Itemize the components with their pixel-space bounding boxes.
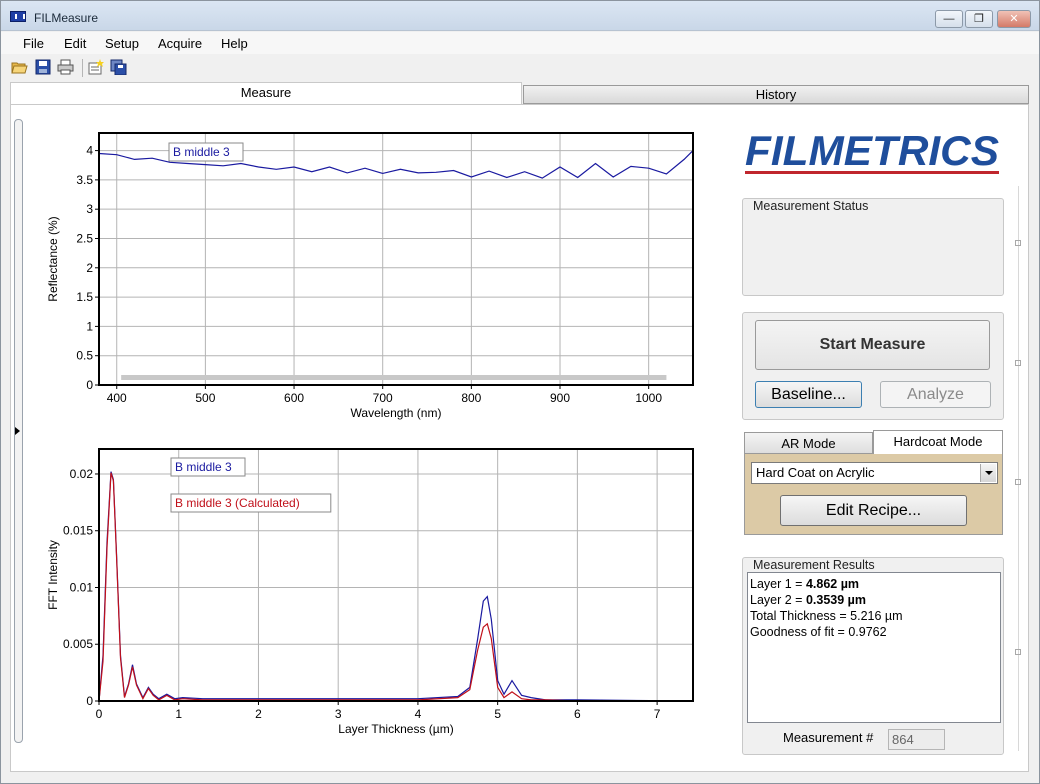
legend-entry: B middle 3 [173, 145, 230, 159]
y-tick-label: 0.005 [63, 637, 93, 651]
measurement-status-title: Measurement Status [751, 199, 871, 213]
start-measure-button[interactable]: Start Measure [755, 320, 990, 370]
y-tick-label: 4 [86, 144, 93, 158]
legend-entry: B middle 3 [175, 460, 232, 474]
result-goodness-of-fit: Goodness of fit = 0.9762 [750, 625, 887, 639]
logo-text: FILMETRICS [745, 127, 999, 174]
window-title: FILMeasure [34, 11, 99, 25]
maximize-button[interactable]: ❐ [965, 10, 993, 28]
measurement-number-field: 864 [888, 729, 945, 750]
x-tick-label: 1 [175, 707, 182, 721]
app-window: FILMeasure — ❐ ✕ File Edit Setup Acquire… [0, 0, 1040, 784]
toolbar [1, 55, 1039, 81]
y-axis-label: Reflectance (%) [46, 216, 60, 301]
tab-ar-mode[interactable]: AR Mode [744, 432, 873, 454]
result-layer-1: Layer 1 = 4.862 µm [750, 577, 860, 591]
y-axis-label: FFT Intensity [46, 540, 60, 610]
print-icon[interactable] [57, 59, 74, 75]
x-axis-label: Wavelength (nm) [351, 406, 442, 420]
y-tick-label: 0.5 [76, 349, 93, 363]
y-tick-label: 0.01 [70, 580, 94, 594]
edit-recipe-button[interactable]: Edit Recipe... [780, 495, 967, 526]
menu-edit[interactable]: Edit [64, 36, 86, 51]
x-tick-label: 700 [373, 391, 393, 405]
close-button[interactable]: ✕ [997, 10, 1031, 28]
splitter-handle[interactable] [1015, 360, 1021, 366]
x-tick-label: 2 [255, 707, 262, 721]
legend-entry: B middle 3 (Calculated) [175, 496, 300, 510]
recipe-select[interactable]: Hard Coat on Acrylic [751, 462, 998, 484]
result-total-thickness: Total Thickness = 5.216 µm [750, 609, 903, 623]
x-tick-label: 6 [574, 707, 581, 721]
recipe-select-value: Hard Coat on Acrylic [756, 465, 875, 480]
new-recipe-icon[interactable] [87, 59, 104, 75]
tab-hardcoat-mode[interactable]: Hardcoat Mode [873, 430, 1003, 455]
wavelength-range-bar [121, 375, 667, 380]
result-layer-2: Layer 2 = 0.3539 µm [750, 593, 866, 607]
reflectance-chart: 400 500 600 700 800 900 1000 0 0.5 1 1.5 2 2.5 3 3.5 4 W… [46, 132, 694, 420]
menu-help[interactable]: Help [221, 36, 248, 51]
app-icon [10, 11, 26, 22]
splitter-handle[interactable] [1015, 649, 1021, 655]
x-tick-label: 800 [461, 391, 481, 405]
right-splitter-line [1018, 186, 1019, 751]
y-tick-label: 1.5 [76, 290, 93, 304]
fft-chart: 0 1 2 3 4 5 6 7 0 0.005 0.01 0.015 0.02 Layer Thickne… [46, 448, 694, 736]
y-tick-label: 0 [86, 378, 93, 392]
y-tick-label: 0 [86, 694, 93, 708]
x-tick-label: 400 [107, 391, 127, 405]
y-tick-label: 2.5 [76, 231, 93, 245]
dropdown-arrow-icon[interactable] [980, 464, 996, 482]
expand-arrow-icon[interactable] [15, 427, 20, 435]
menu-bar: File Edit Setup Acquire Help [1, 32, 1039, 54]
x-tick-label: 5 [494, 707, 501, 721]
menu-file[interactable]: File [23, 36, 44, 51]
save-icon[interactable] [35, 59, 52, 75]
y-tick-label: 3 [86, 202, 93, 216]
measurement-status-panel: Measurement Status [742, 198, 1004, 296]
logo-underline [745, 171, 999, 174]
x-tick-label: 500 [195, 391, 215, 405]
splitter-handle[interactable] [1015, 240, 1021, 246]
x-tick-label: 4 [415, 707, 422, 721]
analyze-button[interactable]: Analyze [880, 381, 991, 408]
title-bar: FILMeasure — ❐ ✕ [1, 1, 1039, 31]
measurement-number-label: Measurement # [783, 730, 874, 745]
x-tick-label: 0 [96, 707, 103, 721]
y-tick-label: 0.02 [70, 467, 94, 481]
results-text-area[interactable]: Layer 1 = 4.862 µm Layer 2 = 0.3539 µm T… [747, 572, 1001, 723]
x-tick-label: 3 [335, 707, 342, 721]
tab-history[interactable]: History [523, 85, 1029, 104]
baseline-button[interactable]: Baseline... [755, 381, 862, 408]
y-tick-label: 2 [86, 261, 93, 275]
x-tick-label: 1000 [635, 391, 662, 405]
open-folder-icon[interactable] [11, 59, 28, 75]
x-tick-label: 7 [654, 707, 661, 721]
splitter-handle[interactable] [1015, 479, 1021, 485]
save-all-icon[interactable] [110, 59, 127, 75]
y-tick-label: 1 [86, 319, 93, 333]
filmetrics-logo: FILMETRICS [741, 123, 1005, 179]
x-tick-label: 600 [284, 391, 304, 405]
y-tick-label: 0.015 [63, 524, 93, 538]
minimize-button[interactable]: — [935, 10, 963, 28]
menu-acquire[interactable]: Acquire [158, 36, 202, 51]
menu-setup[interactable]: Setup [105, 36, 139, 51]
y-tick-label: 3.5 [76, 173, 93, 187]
x-tick-label: 900 [550, 391, 570, 405]
measurement-results-title: Measurement Results [751, 558, 877, 572]
toolbar-separator [82, 59, 83, 77]
x-axis-label: Layer Thickness (µm) [338, 722, 453, 736]
plot-area [99, 449, 693, 701]
tab-measure[interactable]: Measure [10, 82, 522, 104]
